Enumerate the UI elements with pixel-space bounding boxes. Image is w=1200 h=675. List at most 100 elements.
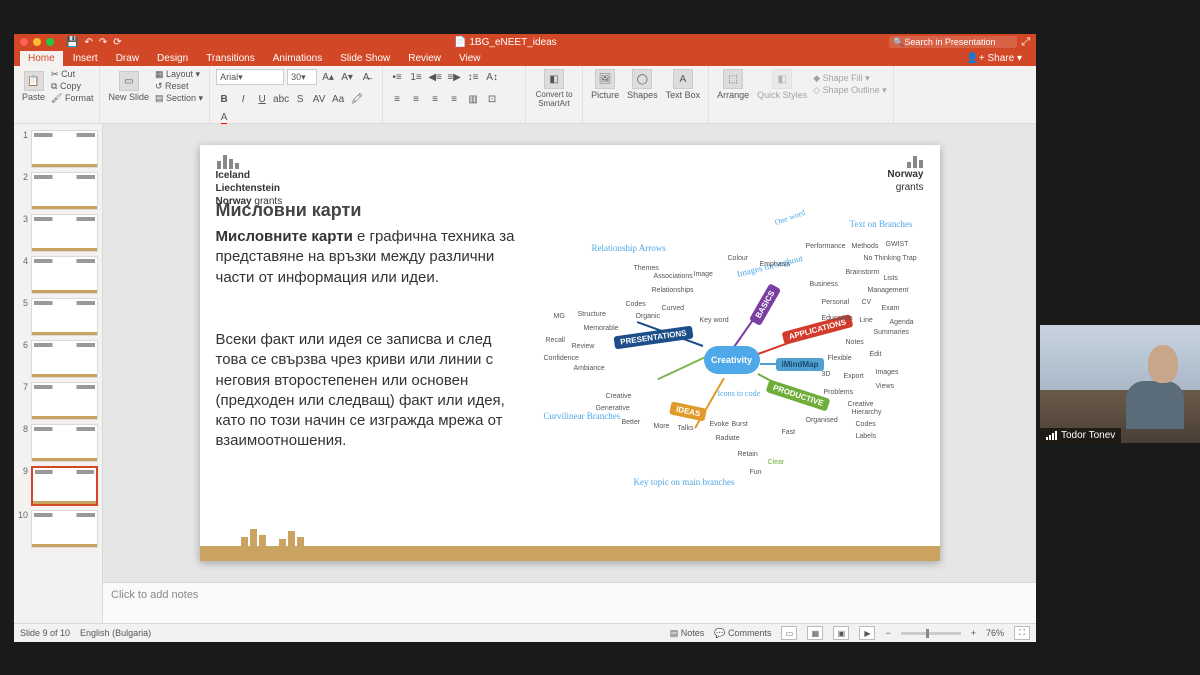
increase-font-button[interactable]: A▴ [320,69,336,85]
minimize-icon[interactable] [33,38,41,46]
slide-thumb-1[interactable]: 1 [14,128,102,170]
tab-review[interactable]: Review [400,51,449,66]
maximize-icon[interactable] [46,38,54,46]
tab-transitions[interactable]: Transitions [198,51,263,66]
slide-thumb-8[interactable]: 8 [14,422,102,464]
slide-thumb-4[interactable]: 4 [14,254,102,296]
mm-note-relationship: Relationship Arrows [592,243,666,253]
search-input[interactable]: 🔍 Search in Presentation [889,36,1017,48]
zoom-out-button[interactable]: − [885,628,890,638]
notes-pane[interactable]: Click to add notes [103,582,1036,623]
webcam-overlay: Todor Tonev [1040,325,1200,443]
arrange-button[interactable]: ⬚Arrange [715,69,751,100]
tab-animations[interactable]: Animations [265,51,330,66]
indent-left-button[interactable]: ◀≡ [427,69,443,85]
mm-center: Creativity [704,346,760,374]
close-icon[interactable] [20,38,28,46]
underline-button[interactable]: U [254,91,270,107]
tab-home[interactable]: Home [20,51,63,66]
decrease-font-button[interactable]: A▾ [339,69,355,85]
bold-button[interactable]: B [216,91,232,107]
slide-panel[interactable]: 12345678910 [14,124,103,623]
format-painter-button[interactable]: 🖌 Format [51,93,93,104]
zoom-slider[interactable] [901,632,961,635]
smartart-button[interactable]: ◧Convert to SmartArt [532,69,576,108]
redo-icon[interactable]: ↷ [99,37,107,48]
mm-note-curvilinear: Curvilinear Branches [544,411,621,421]
zoom-in-button[interactable]: + [971,628,976,638]
italic-button[interactable]: I [235,91,251,107]
save-icon[interactable]: 💾 [66,37,78,48]
notes-toggle[interactable]: ▤ Notes [670,628,705,639]
numbering-button[interactable]: 1≡ [408,69,424,85]
quick-styles-button[interactable]: ◧Quick Styles [755,69,809,100]
slide-para-2: Всеки факт или идея се записва и след то… [216,330,526,452]
ribbon-toggle-icon[interactable]: ⤢ [1021,36,1030,49]
fit-view-button[interactable]: ⛶ [1014,626,1030,640]
share-button[interactable]: 👤+ Share ▾ [958,51,1030,66]
sorter-view-button[interactable]: ▦ [807,626,823,640]
slide-title: Мисловни карти [216,200,362,221]
ribbon: 📋Paste ✂ Cut ⧉ Copy 🖌 Format ▭New Slide … [14,66,1036,124]
copy-button[interactable]: ⧉ Copy [51,81,93,92]
shape-outline-button[interactable]: ◇ Shape Outline ▾ [813,85,887,96]
slide-thumb-7[interactable]: 7 [14,380,102,422]
textbox-button[interactable]: AText Box [664,69,703,100]
slide-thumb-3[interactable]: 3 [14,212,102,254]
webcam-name-label: Todor Tonev [1040,428,1121,443]
normal-view-button[interactable]: ▭ [781,626,797,640]
highlight-button[interactable]: 🖍 [349,91,365,107]
line-spacing-button[interactable]: ↕≡ [465,69,481,85]
language-indicator[interactable]: English (Bulgaria) [80,628,151,638]
shapes-button[interactable]: ◯Shapes [625,69,660,100]
spacing-button[interactable]: AV [311,91,327,107]
slide-thumb-10[interactable]: 10 [14,508,102,550]
tab-slideshow[interactable]: Slide Show [332,51,398,66]
font-size-select[interactable]: 30 ▾ [287,69,317,85]
picture-button[interactable]: 🖼Picture [589,69,621,100]
font-family-select[interactable]: Arial ▾ [216,69,284,85]
comments-toggle[interactable]: 💬 Comments [714,628,771,639]
slide-thumb-5[interactable]: 5 [14,296,102,338]
mm-note-icons: Icons to code [718,389,761,398]
zoom-level[interactable]: 76% [986,628,1004,638]
slideshow-view-button[interactable]: ▶ [859,626,875,640]
autosave-icon[interactable]: ⟳ [113,37,121,48]
undo-icon[interactable]: ↶ [84,37,92,48]
strike-button[interactable]: abc [273,91,289,107]
slide-canvas[interactable]: Iceland Liechtenstein Norway grants Norw… [103,124,1036,582]
tab-insert[interactable]: Insert [65,51,106,66]
tab-design[interactable]: Design [149,51,196,66]
align-center-button[interactable]: ≡ [408,91,424,107]
shape-fill-button[interactable]: ◆ Shape Fill ▾ [813,73,887,84]
align-left-button[interactable]: ≡ [389,91,405,107]
section-button[interactable]: ▤ Section ▾ [155,93,203,104]
bullets-button[interactable]: •≡ [389,69,405,85]
columns-button[interactable]: ▥ [465,91,481,107]
slide-thumb-9[interactable]: 9 [14,464,102,508]
shadow-button[interactable]: S [292,91,308,107]
mindmap-image: Creativity PRESENTATIONS BASICS APPLICAT… [544,213,924,513]
paste-button[interactable]: 📋Paste [20,71,47,102]
case-button[interactable]: Aa [330,91,346,107]
clear-format-button[interactable]: A̶ [358,69,374,85]
reset-button[interactable]: ↺ Reset [155,81,203,92]
tab-draw[interactable]: Draw [108,51,147,66]
mm-note-text: Text on Branches [850,219,913,229]
reading-view-button[interactable]: ▣ [833,626,849,640]
align-right-button[interactable]: ≡ [427,91,443,107]
slide-thumb-6[interactable]: 6 [14,338,102,380]
new-slide-button[interactable]: ▭New Slide [106,71,151,102]
status-bar: Slide 9 of 10 English (Bulgaria) ▤ Notes… [14,623,1036,642]
align-text-button[interactable]: ⊡ [484,91,500,107]
text-direction-button[interactable]: A↕ [484,69,500,85]
indent-right-button[interactable]: ≡▶ [446,69,462,85]
mm-ideas: IDEAS [669,401,707,421]
slide-para-1: Мисловните карти е графична техника за п… [216,227,526,288]
tab-view[interactable]: View [451,51,489,66]
mm-productive: PRODUCTIVE [765,379,830,411]
justify-button[interactable]: ≡ [446,91,462,107]
layout-button[interactable]: ▦ Layout ▾ [155,69,203,80]
slide-thumb-2[interactable]: 2 [14,170,102,212]
cut-button[interactable]: ✂ Cut [51,69,93,80]
